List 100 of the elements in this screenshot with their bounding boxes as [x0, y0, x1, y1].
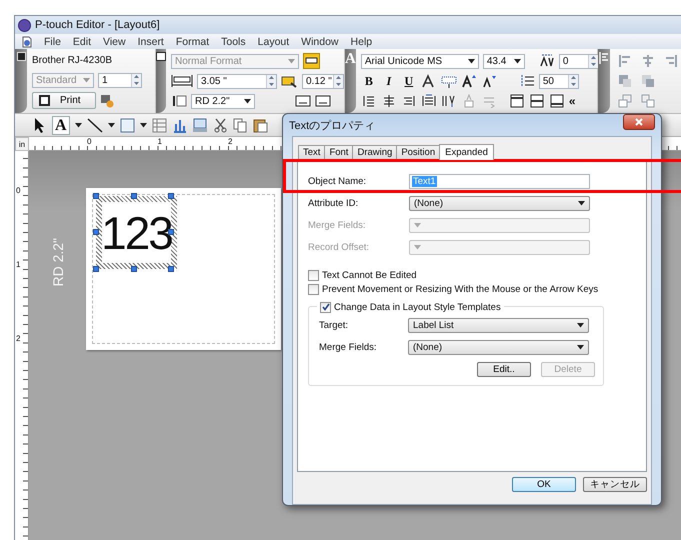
dropdown[interactable]: (None)	[409, 196, 590, 210]
dropdown[interactable]: Label List	[408, 318, 589, 332]
resize-handle[interactable]	[93, 193, 99, 199]
character-spacing-icon[interactable]	[538, 54, 555, 68]
text-tool-button[interactable]: A	[52, 116, 70, 134]
alignment-group-icon	[599, 52, 609, 64]
caret-icon[interactable]	[514, 58, 521, 64]
line-icon[interactable]	[86, 117, 103, 133]
caret-icon[interactable]	[578, 200, 585, 206]
bold-button[interactable]: B	[360, 74, 377, 88]
chart-icon[interactable]	[172, 118, 187, 132]
bring-forward-icon[interactable]	[618, 74, 632, 88]
vertical-align-icon[interactable]	[440, 94, 457, 108]
line-spacing-icon[interactable]	[518, 74, 535, 88]
shrink-font-icon[interactable]	[480, 74, 497, 88]
tab[interactable]: Text	[298, 145, 326, 159]
middle-align-icon[interactable]	[528, 94, 545, 108]
resize-handle[interactable]	[168, 266, 174, 272]
checkbox[interactable]	[308, 284, 319, 294]
caret-icon[interactable]	[108, 122, 115, 128]
menu-item[interactable]: Format	[174, 36, 210, 48]
screen-icon[interactable]	[192, 118, 208, 132]
spin-arrows-icon[interactable]	[568, 74, 578, 88]
tab[interactable]: Expanded	[439, 144, 494, 160]
margin-spinbox[interactable]: 0.12 "	[302, 74, 344, 88]
menu-item[interactable]: Insert	[136, 36, 165, 48]
underline-button[interactable]: U	[400, 74, 417, 88]
align-objects-right-icon[interactable]	[664, 54, 678, 68]
resize-handle[interactable]	[93, 229, 99, 235]
field-label: Target:	[319, 320, 350, 330]
pointer-icon[interactable]	[33, 117, 47, 133]
align-objects-center-icon[interactable]	[641, 54, 655, 68]
printer-settings-icon[interactable]	[100, 94, 114, 108]
ruler-number: 0	[15, 186, 22, 197]
dialog-button[interactable]: OK	[512, 477, 576, 492]
menu-item[interactable]: Edit	[72, 36, 92, 48]
spin-arrows-icon[interactable]	[131, 74, 141, 87]
copy-icon[interactable]	[232, 118, 248, 132]
checkbox[interactable]	[320, 302, 331, 312]
table-icon[interactable]	[152, 118, 167, 132]
spin-arrows-icon[interactable]	[266, 74, 276, 88]
checkbox[interactable]	[308, 270, 319, 280]
dialog-button[interactable]: Edit..	[477, 362, 531, 377]
text-frame-icon[interactable]	[295, 95, 311, 107]
grow-font-icon[interactable]	[460, 74, 477, 88]
document-icon[interactable]	[21, 36, 33, 48]
dropdown[interactable]: (None)	[408, 340, 589, 354]
media-combo[interactable]: RD 2.2"	[191, 94, 255, 108]
tab[interactable]: Drawing	[352, 145, 398, 159]
paper-format-icon[interactable]	[303, 53, 320, 69]
menu-item[interactable]: Help	[350, 36, 374, 48]
resize-handle[interactable]	[131, 193, 137, 199]
caret-icon[interactable]	[74, 122, 82, 128]
bottom-align-icon[interactable]	[548, 94, 565, 108]
collapse-button[interactable]: «	[568, 94, 576, 108]
send-backward-icon[interactable]	[641, 74, 655, 88]
dialog-button[interactable]: キャンセル	[583, 477, 647, 492]
align-left-icon[interactable]	[360, 94, 377, 108]
length-spinbox[interactable]: 3.05 "	[197, 74, 277, 88]
line-spacing-spinbox[interactable]: 50	[538, 74, 579, 88]
menu-item[interactable]: File	[43, 36, 62, 48]
top-align-icon[interactable]	[508, 94, 525, 108]
resize-handle[interactable]	[168, 193, 174, 199]
text-object[interactable]: 123	[96, 196, 177, 269]
menu-item[interactable]: View	[102, 36, 127, 48]
group-icon[interactable]	[618, 94, 632, 108]
dialog-title: Textのプロパティ	[289, 118, 376, 132]
menu-item[interactable]: Window	[300, 36, 340, 48]
vertical-text-icon[interactable]	[315, 95, 331, 107]
caret-icon[interactable]	[140, 122, 147, 128]
ruler-number: 2	[15, 334, 22, 345]
close-button[interactable]	[623, 114, 655, 130]
align-objects-left-icon[interactable]	[618, 54, 632, 68]
font-size-combo[interactable]: 43.4	[482, 54, 525, 68]
resize-handle[interactable]	[131, 266, 137, 272]
app-logo-icon	[18, 18, 31, 32]
resize-handle[interactable]	[168, 229, 174, 235]
printer-name: Brother RJ-4230B	[32, 55, 112, 66]
rectangle-icon[interactable]	[120, 118, 135, 132]
caret-icon[interactable]	[577, 344, 584, 350]
text-width-icon[interactable]	[440, 74, 457, 88]
scissors-icon[interactable]	[212, 118, 228, 132]
caret-icon[interactable]	[244, 98, 251, 104]
ungroup-icon[interactable]	[641, 94, 655, 108]
clipboard-icon[interactable]	[252, 118, 268, 132]
print-button[interactable]: Print	[32, 92, 96, 109]
copies-spinbox[interactable]: 1	[98, 72, 142, 88]
tab[interactable]: Font	[324, 145, 354, 159]
caret-icon[interactable]	[577, 322, 584, 328]
menu-item[interactable]: Layout	[256, 36, 290, 48]
tab[interactable]: Position	[396, 145, 440, 159]
resize-handle[interactable]	[93, 266, 99, 272]
spin-arrows-icon[interactable]	[588, 54, 598, 68]
caret-icon[interactable]	[468, 58, 475, 64]
italic-button[interactable]: I	[380, 74, 397, 88]
spin-arrows-icon[interactable]	[333, 74, 343, 88]
justify-icon[interactable]	[420, 94, 437, 108]
character-spacing-spinbox[interactable]: 0	[558, 54, 599, 68]
menu-item[interactable]: Tools	[220, 36, 247, 48]
font-family-combo[interactable]: Arial Unicode MS	[360, 54, 479, 68]
